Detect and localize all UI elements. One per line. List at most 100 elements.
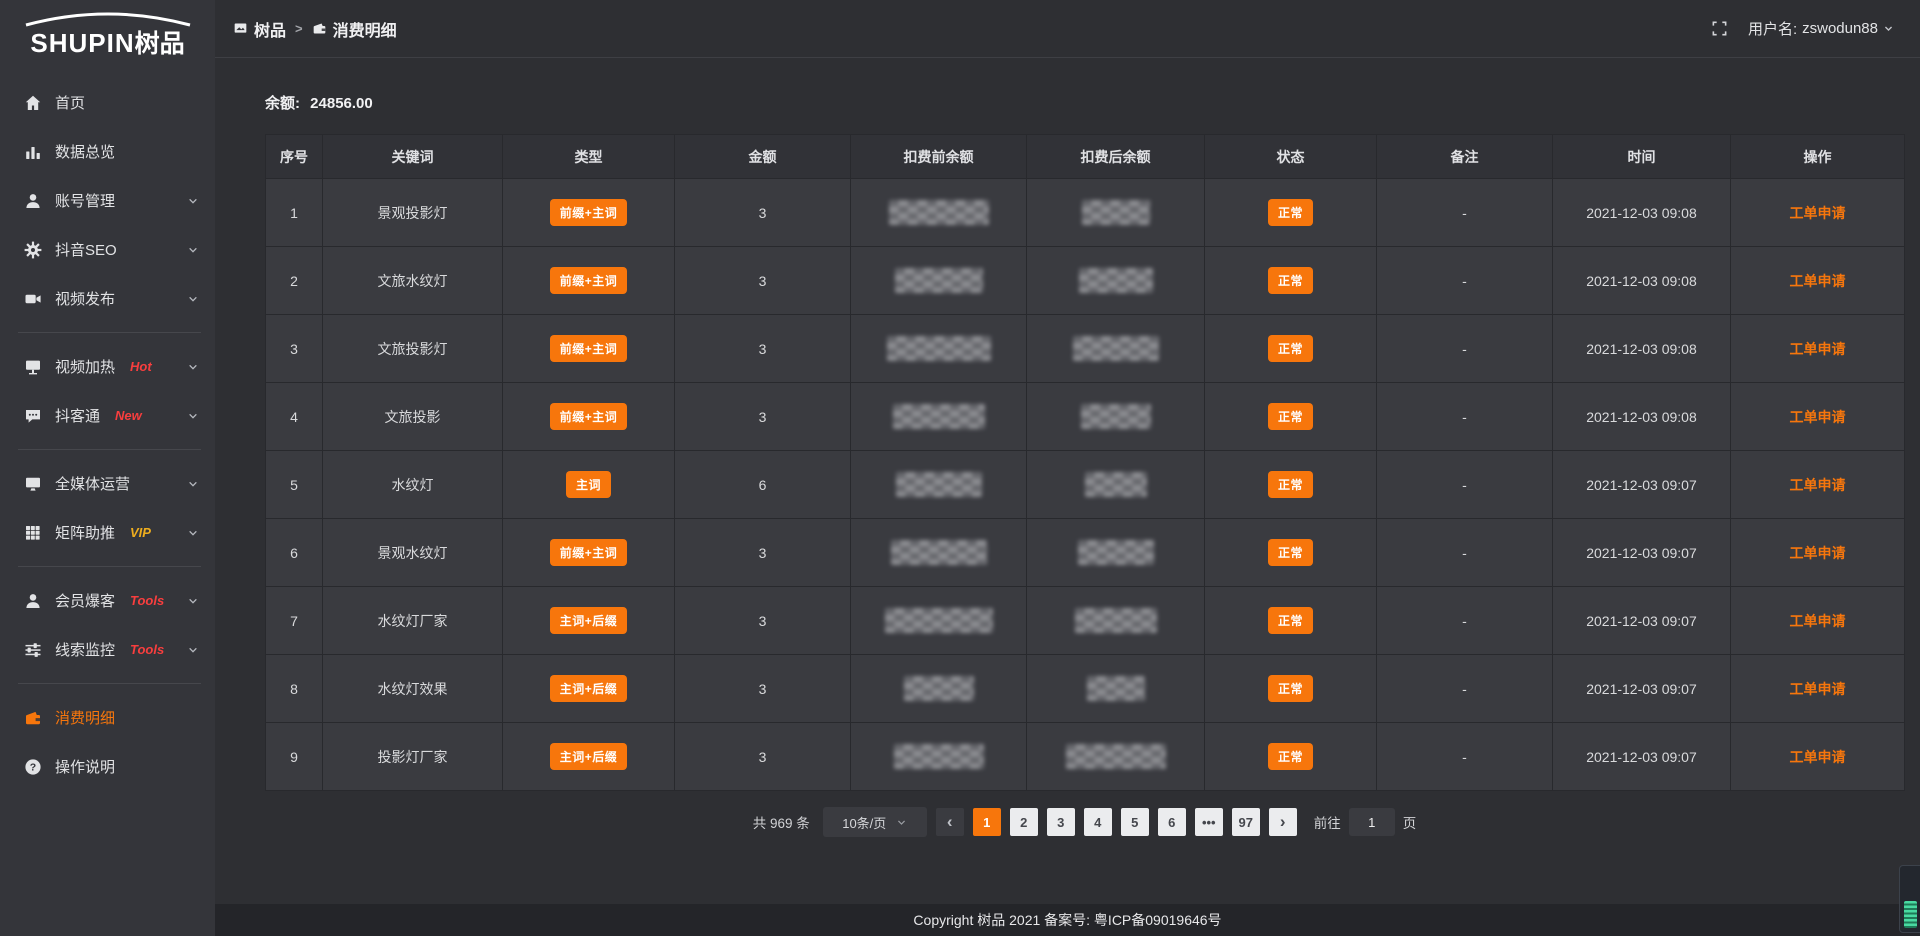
sidebar-divider — [18, 566, 201, 567]
user-menu[interactable]: 用户名: zswodun88 — [1748, 18, 1894, 39]
question-icon: ? — [23, 757, 42, 776]
topbar-right: 用户名: zswodun88 — [1711, 18, 1894, 39]
chevron-down-icon — [187, 244, 199, 256]
cell-balance-before — [851, 315, 1027, 383]
cell-status: 正常 — [1205, 451, 1377, 519]
cell-time: 2021-12-03 09:07 — [1553, 451, 1731, 519]
cell-remark: - — [1377, 451, 1553, 519]
breadcrumb-separator: > — [295, 21, 303, 36]
cell-balance-before — [851, 179, 1027, 247]
cell-type: 前缀+主词 — [503, 383, 675, 451]
pagination: 共 969 条 10条/页 ‹ 123456•••97 › 前往 页 — [265, 807, 1904, 837]
work-order-link[interactable]: 工单申请 — [1790, 409, 1846, 425]
work-order-link[interactable]: 工单申请 — [1790, 341, 1846, 357]
sidebar-item-media-operation[interactable]: 全媒体运营 — [0, 459, 215, 508]
page-button-3[interactable]: 3 — [1047, 808, 1075, 836]
cell-status: 正常 — [1205, 723, 1377, 791]
page-button-4[interactable]: 4 — [1084, 808, 1112, 836]
cell-time: 2021-12-03 09:08 — [1553, 179, 1731, 247]
status-badge: 正常 — [1268, 199, 1313, 226]
work-order-link[interactable]: 工单申请 — [1790, 273, 1846, 289]
masked-balance-before — [894, 744, 984, 769]
sidebar-menu: 首页数据总览账号管理抖音SEO视频发布视频加热Hot抖客通New全媒体运营矩阵助… — [0, 64, 215, 936]
status-badge: 正常 — [1268, 675, 1313, 702]
page-button-2[interactable]: 2 — [1010, 808, 1038, 836]
cell-amount: 3 — [675, 383, 851, 451]
cell-status: 正常 — [1205, 655, 1377, 723]
cell-amount: 3 — [675, 315, 851, 383]
masked-balance-before — [893, 404, 985, 429]
cell-action: 工单申请 — [1731, 451, 1905, 519]
cell-type: 前缀+主词 — [503, 179, 675, 247]
fullscreen-icon[interactable] — [1711, 20, 1728, 37]
work-order-link[interactable]: 工单申请 — [1790, 205, 1846, 221]
masked-balance-after — [1066, 744, 1166, 769]
cell-action: 工单申请 — [1731, 655, 1905, 723]
sidebar-item-douketong[interactable]: 抖客通New — [0, 391, 215, 440]
cell-action: 工单申请 — [1731, 315, 1905, 383]
chevron-down-icon — [187, 293, 199, 305]
cell-remark: - — [1377, 179, 1553, 247]
cell-status: 正常 — [1205, 383, 1377, 451]
sidebar-item-douyin-seo[interactable]: 抖音SEO — [0, 225, 215, 274]
sidebar-item-account-manage[interactable]: 账号管理 — [0, 176, 215, 225]
cell-balance-after — [1027, 179, 1205, 247]
work-order-link[interactable]: 工单申请 — [1790, 681, 1846, 697]
sidebar-item-video-heat[interactable]: 视频加热Hot — [0, 342, 215, 391]
page-button-6[interactable]: 6 — [1158, 808, 1186, 836]
sidebar-item-consume-detail[interactable]: 消费明细 — [0, 693, 215, 742]
sidebar-item-member-burst[interactable]: 会员爆客Tools — [0, 576, 215, 625]
page-button-97[interactable]: 97 — [1232, 808, 1260, 836]
sidebar-item-matrix-boost[interactable]: 矩阵助推VIP — [0, 508, 215, 557]
cell-type: 前缀+主词 — [503, 519, 675, 587]
work-order-link[interactable]: 工单申请 — [1790, 613, 1846, 629]
screen-icon — [23, 357, 42, 376]
wallet-icon — [23, 708, 42, 727]
grid-icon — [23, 523, 42, 542]
table-row: 8水纹灯效果主词+后缀3正常-2021-12-03 09:07工单申请 — [266, 655, 1905, 723]
breadcrumb-label: 树品 — [254, 17, 286, 41]
cell-time: 2021-12-03 09:08 — [1553, 315, 1731, 383]
cell-time: 2021-12-03 09:08 — [1553, 383, 1731, 451]
col-amount: 金额 — [675, 135, 851, 179]
col-index: 序号 — [266, 135, 323, 179]
breadcrumb: 树品 > 消费明细 — [233, 17, 397, 41]
next-page-button[interactable]: › — [1269, 808, 1297, 836]
goto-page-input[interactable] — [1349, 808, 1395, 836]
work-order-link[interactable]: 工单申请 — [1790, 545, 1846, 561]
page-button-5[interactable]: 5 — [1121, 808, 1149, 836]
type-badge: 前缀+主词 — [550, 403, 628, 430]
status-badge: 正常 — [1268, 403, 1313, 430]
page-size-select[interactable]: 10条/页 — [823, 807, 927, 837]
mini-scrollbar[interactable] — [1899, 865, 1920, 933]
sidebar-item-data-overview[interactable]: 数据总览 — [0, 127, 215, 176]
sidebar-item-operation-guide[interactable]: ?操作说明 — [0, 742, 215, 791]
breadcrumb-item-shupin[interactable]: 树品 — [233, 17, 286, 41]
cell-balance-before — [851, 519, 1027, 587]
page-button-1[interactable]: 1 — [973, 808, 1001, 836]
app-icon — [233, 21, 248, 36]
sidebar-item-lead-monitor[interactable]: 线索监控Tools — [0, 625, 215, 674]
sidebar-item-video-publish[interactable]: 视频发布 — [0, 274, 215, 323]
cell-amount: 3 — [675, 179, 851, 247]
sidebar-item-label: 消费明细 — [55, 707, 115, 728]
masked-balance-after — [1087, 676, 1145, 701]
col-action: 操作 — [1731, 135, 1905, 179]
sidebar-item-label: 矩阵助推 — [55, 522, 115, 543]
table-row: 2文旅水纹灯前缀+主词3正常-2021-12-03 09:08工单申请 — [266, 247, 1905, 315]
status-badge: 正常 — [1268, 335, 1313, 362]
wallet-icon — [312, 21, 327, 36]
work-order-link[interactable]: 工单申请 — [1790, 477, 1846, 493]
cell-status: 正常 — [1205, 519, 1377, 587]
mini-scrollbar-thumb[interactable] — [1904, 901, 1917, 928]
page-ellipsis-button[interactable]: ••• — [1195, 808, 1223, 836]
sidebar-item-label: 线索监控 — [55, 639, 115, 660]
footer: Copyright 树品 2021 备案号: 粤ICP备09019646号 — [215, 904, 1920, 936]
prev-page-button[interactable]: ‹ — [936, 808, 964, 836]
breadcrumb-item-consume-detail[interactable]: 消费明细 — [312, 17, 397, 41]
work-order-link[interactable]: 工单申请 — [1790, 749, 1846, 765]
balance-value: 24856.00 — [310, 95, 373, 112]
sidebar-item-home[interactable]: 首页 — [0, 78, 215, 127]
cell-amount: 3 — [675, 723, 851, 791]
cell-amount: 3 — [675, 519, 851, 587]
